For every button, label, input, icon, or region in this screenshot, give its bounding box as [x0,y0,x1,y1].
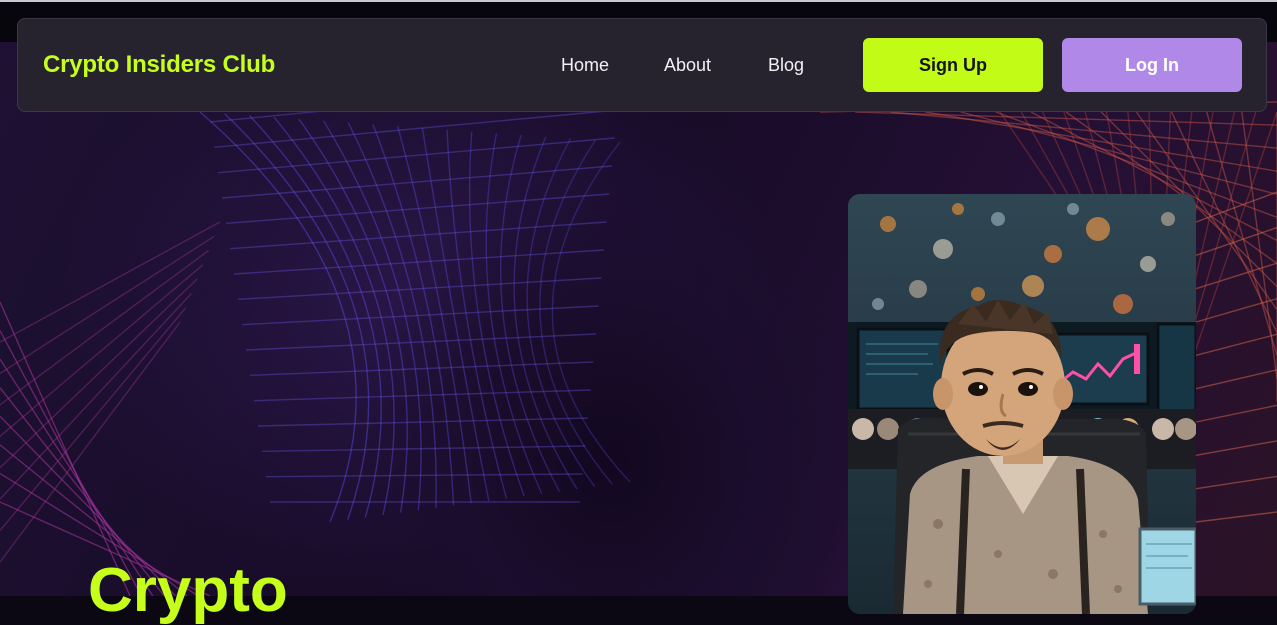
navbar: Crypto Insiders Club Home About Blog Sig… [17,18,1267,112]
background-wire-line [257,417,589,427]
bokeh-light [971,287,985,301]
background-wire-line [1195,297,1277,323]
background-wire-line [1195,440,1277,457]
background-wire-line [1195,475,1277,490]
background-wire-line [1206,111,1277,357]
background-wire-line [0,235,215,375]
background-wire-line [249,361,594,377]
bokeh-light [1044,245,1062,263]
bokeh-light [933,239,953,259]
bokeh-light [1086,217,1110,241]
bokeh-light [909,280,927,298]
background-wire-line [261,445,586,453]
background-wire-line [217,137,615,174]
bokeh-light [952,203,964,215]
background-wire-line [273,116,395,516]
background-wire-line [500,134,561,492]
background-wire-line [1195,369,1277,390]
background-wire-line [0,264,204,437]
background-wire-line [241,305,599,326]
background-wire-line [253,389,591,402]
bokeh-light [872,298,884,310]
nav-link-about[interactable]: About [664,55,711,76]
bokeh-light [1022,275,1044,297]
brand-logo-text[interactable]: Crypto Insiders Club [43,51,275,79]
background-wire-line [248,115,382,518]
log-in-button[interactable]: Log In [1062,38,1242,92]
sign-up-button[interactable]: Sign Up [863,38,1043,92]
bokeh-light [880,216,896,232]
background-wire-line [224,113,370,520]
background-wire-line [0,292,192,500]
hero-title: Crypto [88,556,288,625]
desk-figurine [852,418,874,440]
background-wire-line [1195,404,1277,423]
background-wire-line [298,118,408,513]
bokeh-light [1161,212,1175,226]
hero-trader-image [848,194,1196,614]
nav-link-home[interactable]: Home [561,55,609,76]
desk-figurine [1152,418,1174,440]
background-wire-line [925,111,1277,172]
desk-figurine [877,418,899,440]
background-wire-line [0,250,209,406]
background-wire-line [526,138,596,488]
background-wire-line [0,307,187,532]
background-wire-line [485,133,543,495]
bokeh-light [1113,294,1133,314]
bokeh-light [1067,203,1079,215]
background-wire-line [551,141,631,483]
background-wire-line [221,165,613,199]
bokeh-light [1140,256,1156,272]
background-wire-line [265,473,583,478]
bokeh-light [991,212,1005,226]
background-wire-line [237,277,602,301]
background-wire-line [890,111,1277,149]
background-wire-line [539,139,613,485]
nav-link-blog[interactable]: Blog [768,55,804,76]
background-wire-line [0,278,198,469]
background-wire-line [199,111,357,523]
desk-figurine [1175,418,1196,440]
background-wire-line [1195,333,1277,357]
background-wire-line [1195,511,1277,523]
